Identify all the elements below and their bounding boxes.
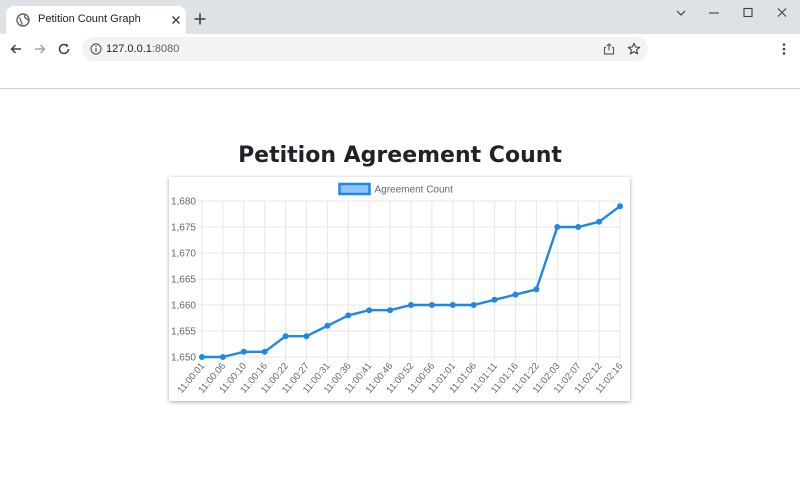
y-tick-label: 1,655 xyxy=(171,327,196,338)
page-title: Petition Agreement Count xyxy=(238,143,562,168)
y-axis-ticks: 1,650 1,655 1,660 1,665 1,670 1,675 1,680 xyxy=(171,197,196,364)
data-point xyxy=(408,302,414,308)
x-axis-ticks: 11:00:0111:00:0611:00:1011:00:1611:00:22… xyxy=(176,361,626,396)
kebab-menu-icon[interactable] xyxy=(778,42,790,56)
y-tick-label: 1,660 xyxy=(171,301,196,312)
data-point xyxy=(533,286,540,293)
data-point xyxy=(449,302,456,308)
legend-swatch xyxy=(338,182,371,196)
data-point xyxy=(199,354,205,360)
data-point xyxy=(282,333,289,340)
tab-strip: Petition Count Graph xyxy=(0,0,800,34)
toolbar-divider xyxy=(0,88,800,89)
y-tick-label: 1,680 xyxy=(171,197,196,208)
window-close-icon[interactable] xyxy=(771,6,793,20)
address-bar[interactable]: 127.0.0.1:8080 xyxy=(82,37,648,61)
y-tick-label: 1,665 xyxy=(171,275,196,286)
data-point xyxy=(554,224,561,230)
data-point xyxy=(491,296,498,303)
share-icon[interactable] xyxy=(602,42,616,56)
data-point xyxy=(345,312,352,319)
globe-icon xyxy=(16,13,30,27)
data-point xyxy=(387,307,394,314)
url-host: 127.0.0.1 xyxy=(106,43,152,55)
legend: Agreement Count xyxy=(338,182,454,196)
line-chart: 1,650 1,655 1,660 1,665 1,670 1,675 1,680 11:0… xyxy=(171,182,626,396)
data-point xyxy=(470,302,477,308)
data-point xyxy=(428,302,435,308)
arrow-right-icon[interactable] xyxy=(33,42,47,56)
browser-toolbar: 127.0.0.1:8080 xyxy=(0,34,800,64)
reload-icon[interactable] xyxy=(57,42,71,56)
legend-label: Agreement Count xyxy=(375,185,454,196)
data-point xyxy=(596,218,603,225)
url-text[interactable]: 127.0.0.1:8080 xyxy=(106,43,179,55)
data-point xyxy=(512,291,519,298)
y-tick-label: 1,670 xyxy=(171,249,196,260)
y-tick-label: 1,650 xyxy=(171,353,196,364)
data-point xyxy=(617,203,623,210)
data-point xyxy=(324,322,331,329)
arrow-left-icon[interactable] xyxy=(9,42,23,56)
maximize-icon[interactable] xyxy=(737,6,759,20)
star-icon[interactable] xyxy=(627,42,641,56)
data-point xyxy=(575,224,582,230)
data-point xyxy=(366,307,373,314)
chevron-down-icon[interactable] xyxy=(670,6,692,20)
close-icon[interactable] xyxy=(170,14,182,26)
data-point xyxy=(240,348,247,355)
url-port: :8080 xyxy=(151,43,180,55)
data-point xyxy=(261,348,268,355)
chart-card: 1,650 1,655 1,660 1,665 1,670 1,675 1,680 11:0… xyxy=(169,177,630,401)
y-tick-label: 1,675 xyxy=(171,223,196,234)
data-point xyxy=(219,354,226,360)
minimize-icon[interactable] xyxy=(703,6,725,20)
data-point xyxy=(303,333,310,340)
plus-icon[interactable] xyxy=(193,12,207,26)
info-icon[interactable] xyxy=(90,43,102,55)
tab-title: Petition Count Graph xyxy=(38,13,141,25)
browser-tab[interactable]: Petition Count Graph xyxy=(6,6,186,34)
